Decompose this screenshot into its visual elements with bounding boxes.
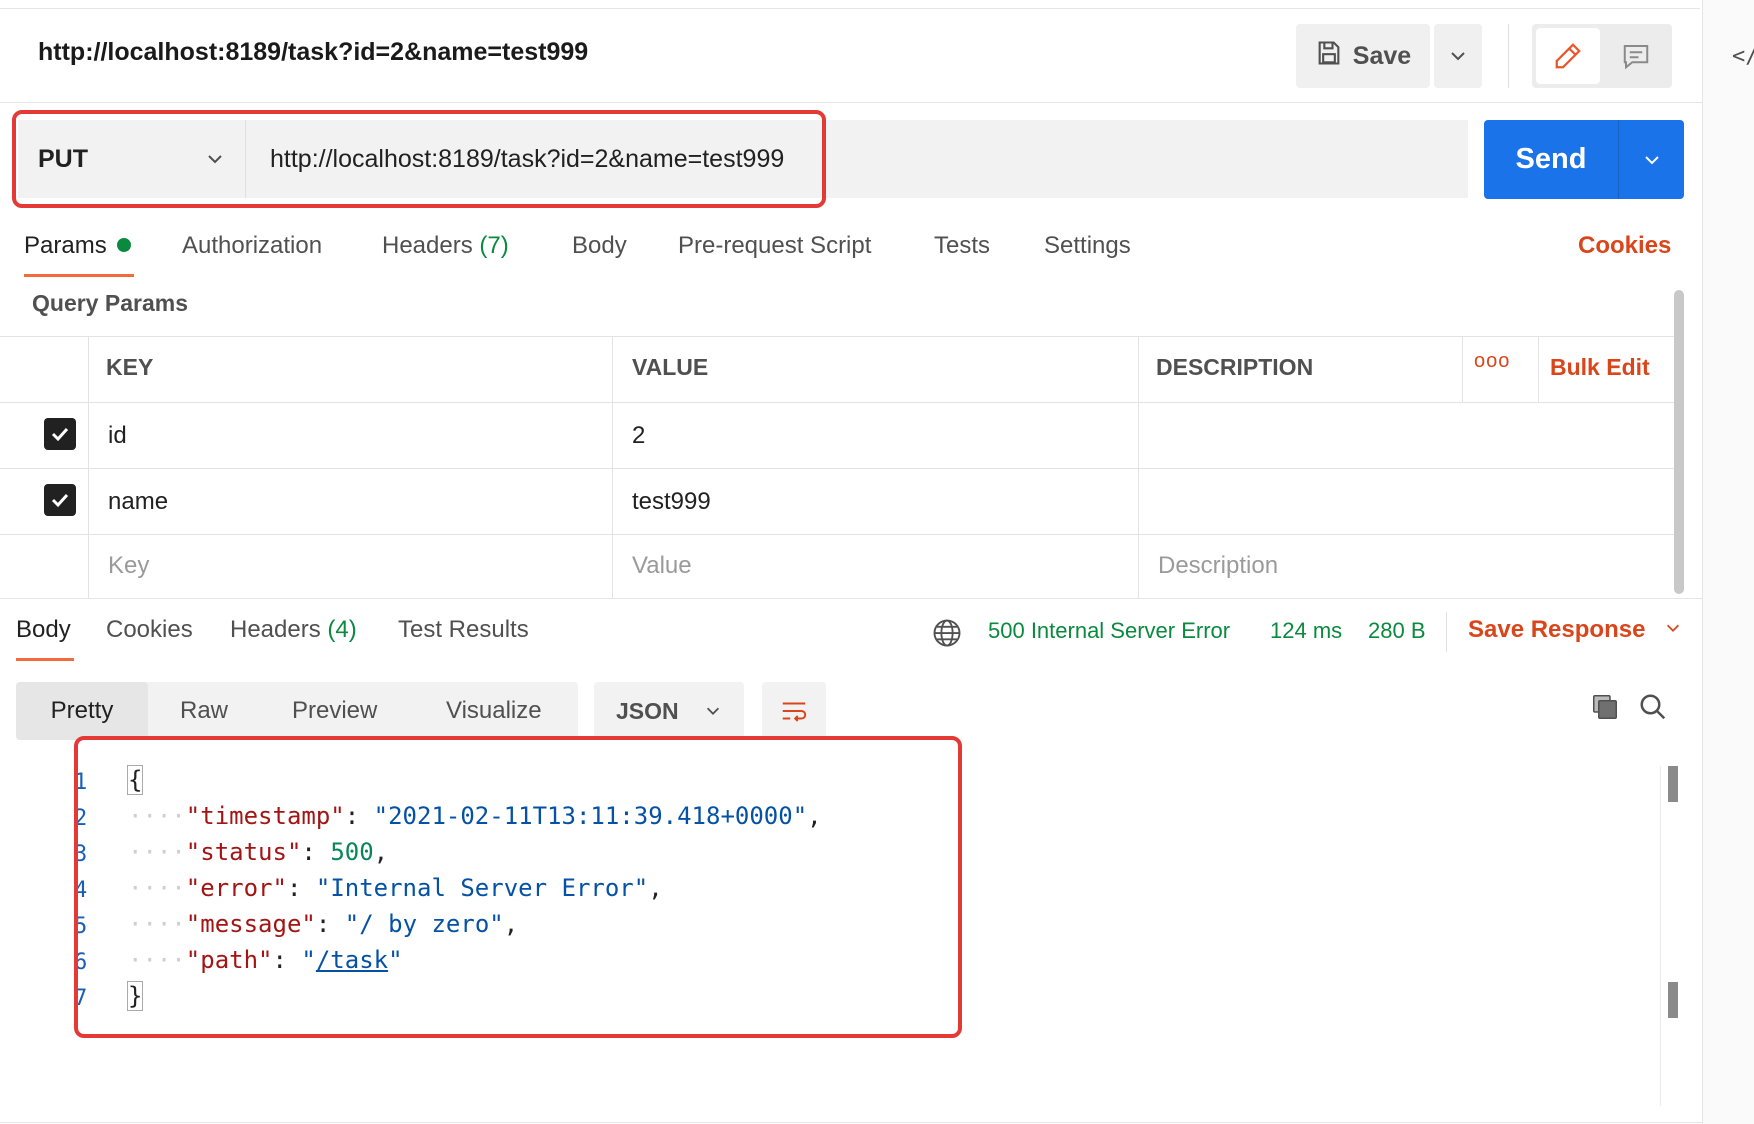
save-response-button[interactable]: Save Response: [1468, 616, 1682, 644]
column-header-description: DESCRIPTION: [1156, 354, 1314, 380]
response-tab-test-results[interactable]: Test Results: [398, 616, 529, 644]
view-pretty-button[interactable]: Pretty: [16, 682, 148, 740]
comments-button[interactable]: [1604, 28, 1668, 84]
cookies-link[interactable]: Cookies: [1578, 232, 1671, 260]
tab-tests[interactable]: Tests: [934, 232, 990, 260]
param-checkbox[interactable]: [44, 484, 76, 516]
scrollbar[interactable]: [1674, 290, 1684, 594]
checkmark-icon: [51, 493, 69, 508]
tab-body[interactable]: Body: [572, 232, 627, 260]
more-options-icon[interactable]: ooo: [1474, 350, 1510, 373]
tab-label: Authorization: [182, 232, 323, 259]
table-border: [1538, 336, 1539, 402]
tab-label: Pre-request Script: [678, 232, 872, 259]
table-border: [0, 468, 1680, 469]
send-button[interactable]: Send: [1484, 120, 1618, 199]
table-border: [1462, 336, 1463, 402]
param-key[interactable]: id: [108, 422, 127, 450]
annotation-highlight-request: [12, 110, 826, 208]
format-select[interactable]: JSON: [594, 682, 744, 740]
chevron-down-icon: [1644, 155, 1659, 164]
param-value[interactable]: 2: [632, 422, 645, 450]
view-raw-button[interactable]: Raw: [180, 682, 228, 740]
tab-label: Tests: [934, 232, 991, 259]
headers-count: (4): [327, 616, 357, 643]
table-border: [612, 336, 613, 598]
tab-authorization[interactable]: Authorization: [182, 232, 322, 260]
table-border: [0, 336, 1680, 337]
send-dropdown-button[interactable]: [1619, 120, 1684, 199]
response-tab-body[interactable]: Body: [16, 616, 71, 644]
table-border: [0, 402, 1680, 403]
toolbar-divider: [1508, 24, 1509, 88]
divider: [1446, 612, 1447, 652]
search-icon[interactable]: [1638, 692, 1668, 727]
tab-label: Body: [572, 232, 627, 259]
right-sidebar: [1702, 0, 1754, 1124]
chevron-down-icon: [706, 707, 720, 715]
scrollbar-thumb[interactable]: [1668, 766, 1678, 802]
table-border: [88, 336, 89, 598]
active-tab-underline: [16, 658, 74, 661]
divider: [0, 598, 1702, 599]
tab-headers[interactable]: Headers (7): [382, 232, 509, 260]
view-preview-button[interactable]: Preview: [292, 682, 377, 740]
save-response-label: Save Response: [1468, 616, 1646, 643]
edit-mode-button[interactable]: [1536, 28, 1600, 84]
response-tab-cookies[interactable]: Cookies: [106, 616, 193, 644]
new-key-input[interactable]: Key: [108, 552, 149, 580]
format-label: JSON: [616, 697, 679, 724]
tab-label: Headers: [230, 616, 321, 643]
column-header-value: VALUE: [632, 354, 709, 380]
tab-label: Params: [24, 232, 107, 259]
annotation-highlight-response: [74, 736, 962, 1038]
tab-label: Settings: [1044, 232, 1131, 259]
status-code[interactable]: 500 Internal Server Error: [988, 618, 1230, 644]
copy-icon[interactable]: [1590, 692, 1620, 727]
query-params-title: Query Params: [32, 290, 188, 316]
scrollbar-track: [1660, 766, 1661, 1106]
save-icon: [1315, 39, 1343, 74]
chevron-down-icon: [1451, 52, 1465, 61]
new-value-input[interactable]: Value: [632, 552, 692, 580]
column-header-key: KEY: [106, 354, 154, 380]
param-checkbox[interactable]: [44, 418, 76, 450]
tab-label: Cookies: [106, 616, 193, 643]
save-label: Save: [1352, 41, 1412, 70]
param-value[interactable]: test999: [632, 488, 711, 516]
save-button[interactable]: Save: [1296, 24, 1430, 88]
tab-params[interactable]: Params: [24, 232, 131, 260]
table-border: [1138, 336, 1139, 598]
tab-settings[interactable]: Settings: [1044, 232, 1131, 260]
view-visualize-button[interactable]: Visualize: [446, 682, 542, 740]
table-border: [0, 534, 1680, 535]
tab-pre-request-script[interactable]: Pre-request Script: [678, 232, 871, 260]
tab-label: Body: [16, 616, 71, 643]
wrap-lines-button[interactable]: [762, 682, 826, 740]
pencil-icon: [1555, 43, 1581, 69]
comment-icon: [1623, 45, 1649, 70]
scrollbar-thumb[interactable]: [1668, 982, 1678, 1018]
save-dropdown-button[interactable]: [1434, 24, 1482, 88]
bulk-edit-link[interactable]: Bulk Edit: [1550, 354, 1650, 381]
tab-label: Headers: [382, 232, 473, 259]
param-key[interactable]: name: [108, 488, 168, 516]
new-description-input[interactable]: Description: [1158, 552, 1278, 580]
wrap-lines-icon: [782, 702, 807, 722]
tab-label: Test Results: [398, 616, 529, 643]
params-indicator-dot: [116, 237, 131, 252]
divider: [0, 102, 1702, 103]
response-time[interactable]: 124 ms: [1270, 618, 1342, 644]
chevron-down-icon: [1667, 624, 1680, 632]
response-tab-headers[interactable]: Headers (4): [230, 616, 357, 644]
code-icon[interactable]: </: [1732, 44, 1754, 69]
divider: [0, 1122, 1702, 1123]
response-size[interactable]: 280 B: [1368, 618, 1426, 644]
checkmark-icon: [51, 427, 69, 442]
request-title[interactable]: http://localhost:8189/task?id=2&name=tes…: [38, 38, 588, 67]
globe-icon[interactable]: [932, 618, 962, 653]
headers-count: (7): [479, 232, 509, 259]
active-tab-underline: [24, 274, 134, 277]
top-tab-strip: [0, 0, 1700, 9]
